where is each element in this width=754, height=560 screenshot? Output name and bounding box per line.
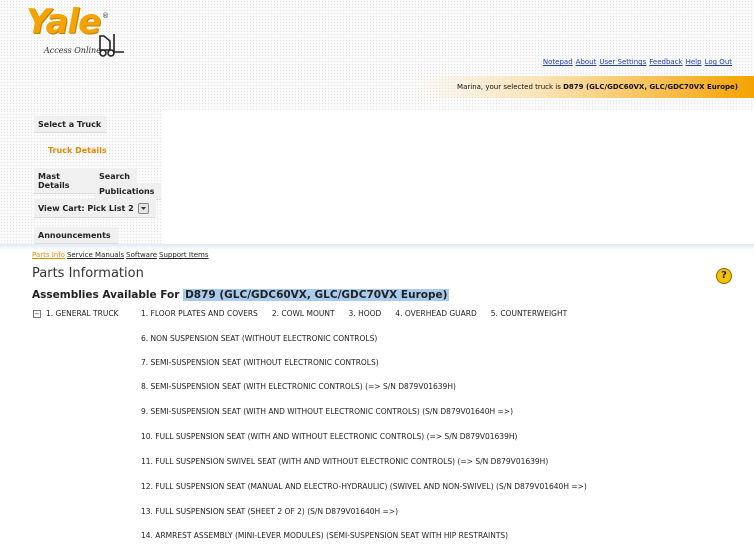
list-item[interactable]: 10. FULL SUSPENSION SEAT (WITH AND WITHO…	[141, 432, 517, 441]
page-title: Parts Information	[32, 266, 144, 281]
list-item[interactable]: 12. FULL SUSPENSION SEAT (MANUAL AND ELE…	[141, 482, 587, 491]
logo-brand: Yale	[26, 2, 101, 42]
list-item[interactable]: 1. FLOOR PLATES AND COVERS	[141, 309, 258, 318]
assemblies-truck: D879 (GLC/GDC60VX, GLC/GDC70VX Europe)	[183, 289, 450, 301]
announcements-button[interactable]: Announcements	[34, 227, 118, 244]
list-item[interactable]: 13. FULL SUSPENSION SEAT (SHEET 2 OF 2) …	[141, 507, 398, 516]
tab-parts-info[interactable]: Parts Info	[32, 251, 65, 259]
select-truck-button[interactable]: Select a Truck	[34, 116, 106, 133]
list-item[interactable]: 6. NON SUSPENSION SEAT (WITHOUT ELECTRON…	[141, 334, 377, 343]
assemblies-heading: Assemblies Available For D879 (GLC/GDC60…	[32, 289, 450, 301]
about-link[interactable]: About	[576, 58, 597, 66]
list-item[interactable]: 5. COUNTERWEIGHT	[491, 309, 567, 318]
selected-truck-name: D879 (GLC/GDC60VX, GLC/GDC70VX Europe)	[563, 83, 738, 91]
logo-tagline: Access Online	[44, 46, 101, 55]
notepad-link[interactable]: Notepad	[543, 58, 573, 66]
list-item[interactable]: 11. FULL SUSPENSION SWIVEL SEAT (WITH AN…	[141, 457, 548, 466]
header: Yale ® Access Online Notepad About User Se…	[0, 0, 754, 110]
mast-details-button[interactable]: Mast Details	[34, 168, 97, 194]
left-nav: Select a Truck Truck Details Mast Detail…	[0, 110, 162, 244]
list-item[interactable]: 9. SEMI-SUSPENSION SEAT (WITH AND WITHOU…	[141, 407, 513, 416]
list-item[interactable]: 14. ARMREST ASSEMBLY (MINI-LEVER MODULES…	[141, 531, 508, 540]
truck-details-button[interactable]: Truck Details	[44, 142, 111, 158]
selected-truck-prefix: Marina, your selected truck is	[457, 83, 564, 91]
help-icon[interactable]: ?	[716, 268, 732, 284]
selected-truck-message: Marina, your selected truck is D879 (GLC…	[457, 83, 738, 91]
view-cart-select[interactable]: View Cart: Pick List 2	[34, 199, 156, 218]
view-cart-label: View Cart: Pick List 2	[38, 204, 134, 213]
selected-truck-bar: Marina, your selected truck is D879 (GLC…	[0, 76, 754, 98]
sub-tabs: Parts Info Service Manuals Software Support…	[32, 251, 210, 259]
feedback-link[interactable]: Feedback	[649, 58, 682, 66]
assemblies-prefix: Assemblies Available For	[32, 289, 180, 301]
logo-registered: ®	[102, 12, 109, 20]
publications-button[interactable]: Publications	[95, 183, 161, 200]
content-divider	[0, 244, 754, 250]
yale-logo[interactable]: Yale ® Access Online	[26, 2, 146, 64]
collapse-icon[interactable]: −	[33, 310, 41, 318]
forklift-icon	[99, 34, 124, 57]
tree-group-label[interactable]: 1. GENERAL TRUCK	[46, 309, 118, 318]
logout-link[interactable]: Log Out	[705, 58, 732, 66]
tree-row-1: 1. FLOOR PLATES AND COVERS 2. COWL MOUNT 3…	[141, 309, 581, 318]
list-item[interactable]: 3. HOOD	[349, 309, 382, 318]
tab-support-items[interactable]: Support Items	[159, 251, 208, 259]
help-link[interactable]: Help	[686, 58, 702, 66]
tab-software[interactable]: Software	[126, 251, 157, 259]
list-item[interactable]: 4. OVERHEAD GUARD	[395, 309, 476, 318]
list-item[interactable]: 2. COWL MOUNT	[272, 309, 335, 318]
user-settings-link[interactable]: User Settings	[599, 58, 646, 66]
tab-service-manuals[interactable]: Service Manuals	[67, 251, 124, 259]
list-item[interactable]: 7. SEMI-SUSPENSION SEAT (WITHOUT ELECTRO…	[141, 358, 379, 367]
top-links: Notepad About User Settings Feedback Help Log…	[540, 58, 732, 66]
chevron-down-icon[interactable]	[138, 203, 150, 214]
list-item[interactable]: 8. SEMI-SUSPENSION SEAT (WITH ELECTRONIC…	[141, 382, 456, 391]
